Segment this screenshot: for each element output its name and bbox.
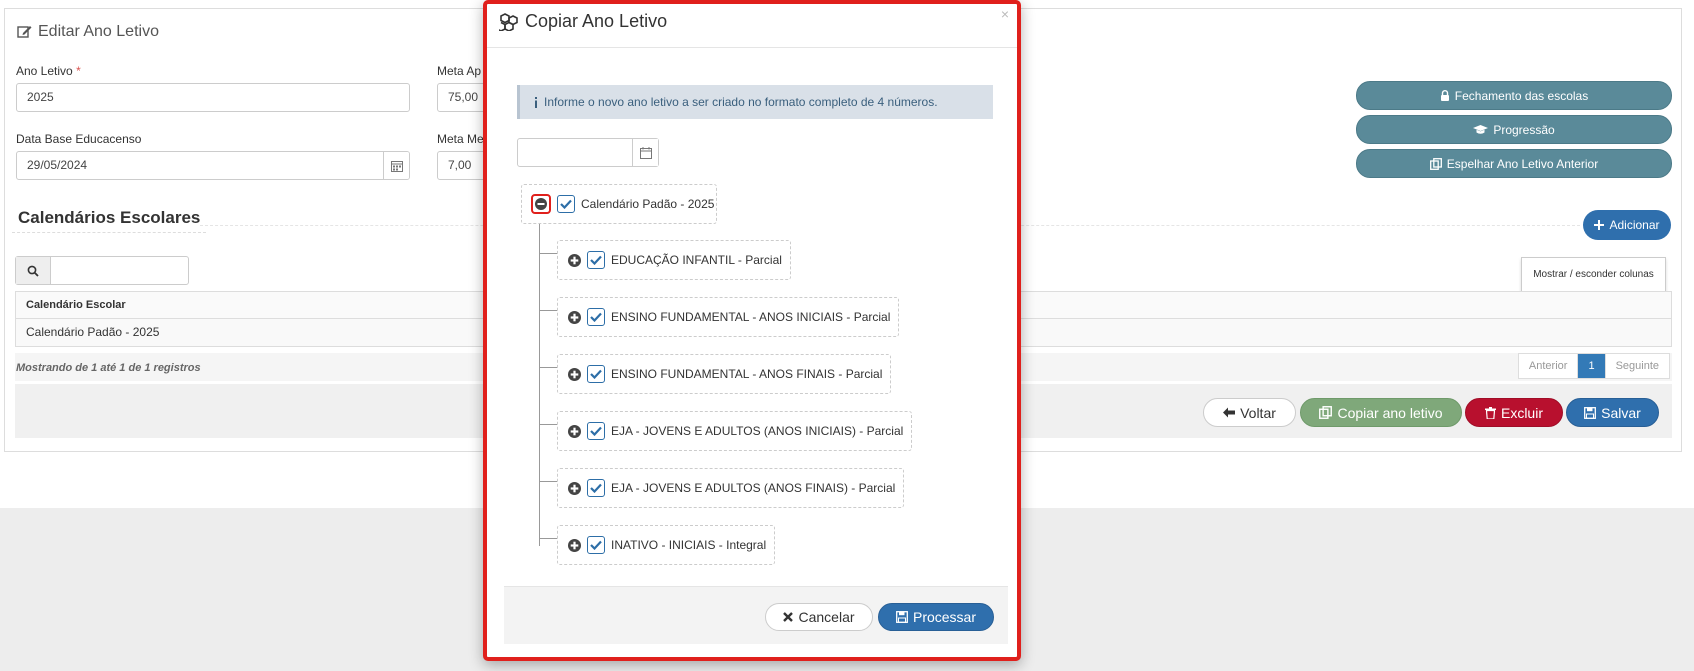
- modal-footer: Cancelar Processar: [504, 586, 1008, 644]
- checkmark-icon: [590, 426, 602, 436]
- tree-connector: [539, 310, 557, 311]
- tree-node[interactable]: INATIVO - INICIAIS - Integral: [557, 525, 776, 565]
- info-alert: Informe o novo ano letivo a ser criado n…: [517, 85, 993, 119]
- novo-ano-input[interactable]: [517, 138, 659, 167]
- tree-root-label: Calendário Padão - 2025: [581, 197, 715, 211]
- tree-connector: [539, 253, 557, 254]
- tree-node-label: INATIVO - INICIAIS - Integral: [611, 538, 767, 552]
- tree-node-checkbox[interactable]: [587, 365, 605, 383]
- modal-title: Copiar Ano Letivo: [499, 11, 667, 32]
- processar-button[interactable]: Processar: [878, 603, 994, 631]
- tree-node-checkbox[interactable]: [587, 422, 605, 440]
- tree-connector: [539, 367, 557, 368]
- tree-node[interactable]: ENSINO FUNDAMENTAL - ANOS INICIAIS - Par…: [557, 297, 900, 337]
- tree-connector: [539, 424, 557, 425]
- cancelar-button[interactable]: Cancelar: [765, 603, 873, 631]
- checkmark-icon: [560, 199, 572, 209]
- tree-node-label: EJA - JOVENS E ADULTOS (ANOS INICIAIS) -…: [611, 424, 904, 438]
- close-icon: [783, 612, 794, 622]
- tree-node-label: EJA - JOVENS E ADULTOS (ANOS FINAIS) - P…: [611, 481, 896, 495]
- copiar-ano-letivo-modal: Copiar Ano Letivo × Informe o novo ano l…: [483, 0, 1021, 661]
- expand-icon[interactable]: [568, 481, 581, 495]
- expand-icon[interactable]: [568, 424, 581, 438]
- collapse-icon[interactable]: [531, 194, 551, 214]
- tree-node-checkbox[interactable]: [587, 536, 605, 554]
- checkmark-icon: [590, 255, 602, 265]
- checkmark-icon: [590, 483, 602, 493]
- tree-node[interactable]: EDUCAÇÃO INFANTIL - Parcial: [557, 240, 791, 280]
- tree-node-checkbox[interactable]: [587, 479, 605, 497]
- expand-icon[interactable]: [568, 310, 581, 324]
- checkmark-icon: [590, 540, 602, 550]
- tree-node-checkbox[interactable]: [587, 251, 605, 269]
- info-icon: [535, 96, 537, 108]
- expand-icon[interactable]: [568, 367, 581, 381]
- cubes-icon: [499, 12, 518, 31]
- save-icon: [896, 611, 908, 623]
- tree-node[interactable]: EJA - JOVENS E ADULTOS (ANOS FINAIS) - P…: [557, 468, 905, 508]
- close-icon[interactable]: ×: [1001, 6, 1009, 22]
- modal-header: Copiar Ano Letivo ×: [487, 4, 1017, 48]
- expand-icon[interactable]: [568, 538, 581, 552]
- tree-node[interactable]: ENSINO FUNDAMENTAL - ANOS FINAIS - Parci…: [557, 354, 892, 394]
- expand-icon[interactable]: [568, 253, 581, 267]
- tree-connector: [539, 538, 557, 539]
- checkmark-icon: [590, 312, 602, 322]
- tree-connector: [539, 224, 540, 546]
- calendar-icon[interactable]: [632, 139, 658, 166]
- tree-node-label: ENSINO FUNDAMENTAL - ANOS INICIAIS - Par…: [611, 310, 891, 324]
- tree-node-checkbox[interactable]: [587, 308, 605, 326]
- tree-node-label: EDUCAÇÃO INFANTIL - Parcial: [611, 253, 782, 267]
- checkmark-icon: [590, 369, 602, 379]
- tree-node[interactable]: EJA - JOVENS E ADULTOS (ANOS INICIAIS) -…: [557, 411, 913, 451]
- tree-node-label: ENSINO FUNDAMENTAL - ANOS FINAIS - Parci…: [611, 367, 883, 381]
- tree-connector: [539, 481, 557, 482]
- tree-root-node[interactable]: Calendário Padão - 2025: [521, 184, 717, 224]
- tree-root-checkbox[interactable]: [557, 195, 575, 213]
